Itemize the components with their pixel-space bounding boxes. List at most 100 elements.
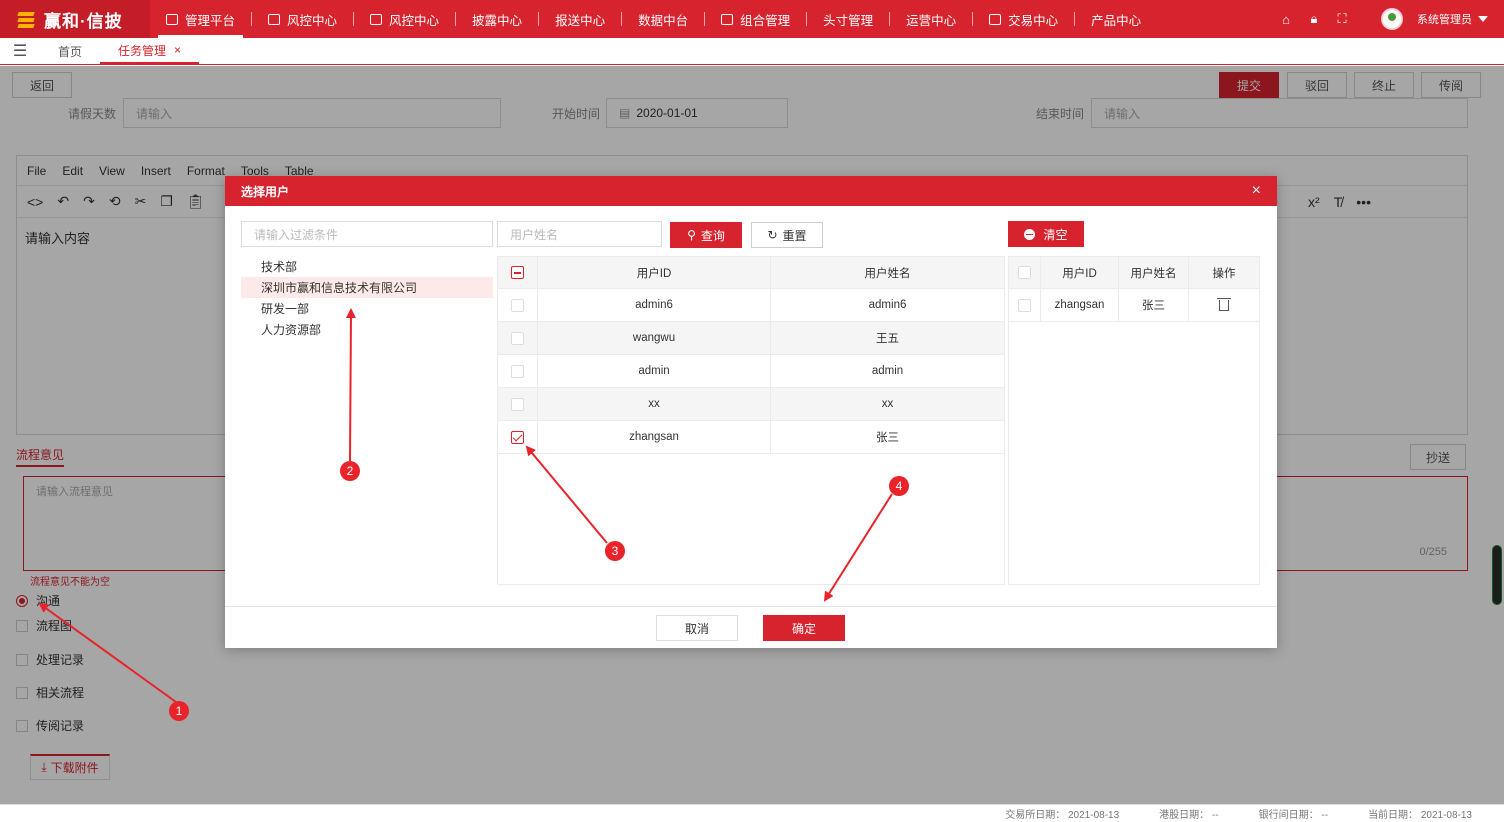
current-date: 当前日期： 2021-08-13	[1368, 810, 1472, 821]
close-icon[interactable]: ×	[1252, 183, 1261, 199]
cell-user-name: admin	[871, 365, 904, 377]
select-user-dialog: 选择用户 × 请输入过滤条件 用户姓名 ⚲ 查询 ↻ 重置 清空 技术部 深圳市赢和…	[225, 176, 1277, 648]
tab-home[interactable]: 首页	[40, 38, 100, 64]
table-row[interactable]: wangwu 王五	[498, 322, 1004, 355]
row-checkbox-cell	[498, 388, 538, 420]
cancel-button[interactable]: 取消	[656, 615, 738, 641]
tab-task-management[interactable]: 任务管理 ×	[100, 38, 200, 64]
row-checkbox-cell	[498, 421, 538, 453]
row-checkbox-cell	[1009, 289, 1041, 321]
dialog-footer: 取消 确定	[225, 606, 1277, 648]
avatar[interactable]	[1381, 8, 1403, 30]
select-all-cell	[498, 257, 538, 288]
department-filter-input[interactable]: 请输入过滤条件	[241, 221, 493, 247]
minus-circle-icon	[1024, 228, 1036, 240]
header-user-id: 用户ID	[538, 257, 771, 288]
selected-user-table: 用户ID 用户姓名 操作 zhangsan 张三	[1008, 256, 1260, 585]
monitor-icon	[166, 13, 178, 25]
tree-item-tech[interactable]: 技术部	[241, 256, 493, 277]
monitor-icon	[721, 13, 734, 25]
nav-right: ⌂ 🔒︎ ⛶ 系统管理员	[1279, 0, 1488, 38]
nav-item-operation[interactable]: 运营中心	[890, 0, 972, 38]
search-icon: ⚲	[687, 228, 696, 242]
lock-icon[interactable]: 🔒︎	[1307, 11, 1321, 26]
clear-button[interactable]: 清空	[1008, 221, 1084, 247]
header-user-name: 用户姓名	[864, 267, 911, 280]
home-icon[interactable]: ⌂	[1279, 12, 1293, 27]
search-button[interactable]: ⚲ 查询	[670, 222, 742, 248]
close-tab-icon[interactable]: ×	[174, 43, 181, 57]
confirm-button[interactable]: 确定	[763, 615, 845, 641]
cell-user-name: 张三	[1119, 289, 1189, 321]
row-checkbox[interactable]	[511, 397, 524, 411]
nav-item-trade[interactable]: 交易中心	[973, 0, 1074, 38]
cell-user-id: xx	[538, 388, 771, 420]
reset-button[interactable]: ↻ 重置	[751, 222, 823, 248]
nav-item-product[interactable]: 产品中心	[1075, 0, 1157, 38]
nav-item-position[interactable]: 头寸管理	[807, 0, 889, 38]
user-menu[interactable]: 系统管理员	[1417, 11, 1488, 27]
username-search-input[interactable]: 用户姓名	[497, 221, 662, 247]
cell-user-name: admin6	[868, 299, 907, 311]
tab-bar: ☰ 首页 任务管理 ×	[0, 38, 1504, 65]
trash-icon[interactable]	[1217, 297, 1231, 311]
table-row[interactable]: zhangsan 张三	[1009, 289, 1259, 322]
dialog-header: 选择用户 ×	[225, 176, 1277, 206]
selected-select-all-cell	[1009, 257, 1041, 288]
tree-item-rd1[interactable]: 研发一部	[241, 298, 493, 319]
annotation-badge-3: 3	[605, 541, 625, 561]
cell-user-name: 王五	[876, 333, 899, 345]
selected-table-header: 用户ID 用户姓名 操作	[1009, 257, 1259, 289]
logo-text: 赢和·信披	[44, 11, 123, 31]
department-tree: 技术部 深圳市赢和信息技术有限公司 研发一部 人力资源部	[241, 256, 493, 340]
tree-item-hr[interactable]: 人力资源部	[241, 319, 493, 340]
monitor-icon	[989, 13, 1002, 25]
nav-item-data[interactable]: 数据中台	[622, 0, 704, 38]
nav-item-report[interactable]: 报送中心	[539, 0, 621, 38]
table-row[interactable]: admin6 admin6	[498, 289, 1004, 322]
nav-item-disclosure[interactable]: 披露中心	[456, 0, 538, 38]
select-all-checkbox[interactable]	[511, 266, 524, 279]
menu-toggle-icon[interactable]: ☰	[0, 38, 40, 64]
row-checkbox-checked[interactable]	[511, 430, 524, 444]
cell-user-name: xx	[881, 398, 894, 410]
cell-user-name: 张三	[876, 432, 899, 444]
nav-item-platform[interactable]: 管理平台	[150, 0, 251, 38]
nav-item-portfolio[interactable]: 组合管理	[705, 0, 806, 38]
refresh-icon: ↻	[767, 228, 778, 242]
table-row[interactable]: xx xx	[498, 388, 1004, 421]
cell-user-id: admin6	[538, 289, 771, 321]
cell-user-id: zhangsan	[538, 421, 771, 453]
annotation-badge-1: 1	[169, 701, 189, 721]
exchange-date: 交易所日期： 2021-08-13	[1005, 810, 1120, 821]
chevron-down-icon	[1478, 16, 1488, 22]
row-checkbox[interactable]	[511, 298, 524, 312]
cell-user-id: zhangsan	[1041, 289, 1119, 321]
bank-date: 银行间日期： --	[1258, 810, 1329, 821]
hk-date: 港股日期： --	[1159, 810, 1219, 821]
tree-item-company[interactable]: 深圳市赢和信息技术有限公司	[241, 277, 493, 298]
logo-mark-icon	[17, 10, 35, 28]
annotation-badge-4: 4	[889, 476, 909, 496]
selected-select-all-checkbox[interactable]	[1018, 266, 1031, 279]
selected-header-actions: 操作	[1212, 267, 1236, 280]
row-checkbox[interactable]	[511, 364, 524, 378]
selected-header-user-name: 用户姓名	[1119, 257, 1189, 288]
row-checkbox[interactable]	[1018, 298, 1031, 312]
cell-user-id: admin	[538, 355, 771, 387]
fullscreen-icon[interactable]: ⛶	[1335, 11, 1349, 26]
row-checkbox[interactable]	[511, 331, 524, 345]
nav-item-risk-2[interactable]: 风控中心	[354, 0, 455, 38]
table-row[interactable]: admin admin	[498, 355, 1004, 388]
nav-item-risk-1[interactable]: 风控中心	[252, 0, 353, 38]
logo[interactable]: 赢和·信披	[0, 0, 150, 38]
user-table-header: 用户ID 用户姓名	[498, 257, 1004, 289]
dialog-title: 选择用户	[241, 184, 290, 199]
table-row[interactable]: zhangsan 张三	[498, 421, 1004, 454]
top-nav: 赢和·信披 管理平台 风控中心 风控中心 披露中心 报送中心 数据中台 组合管理…	[0, 0, 1504, 38]
monitor-icon	[268, 13, 281, 25]
nav-items: 管理平台 风控中心 风控中心 披露中心 报送中心 数据中台 组合管理 头寸管理 …	[150, 0, 1157, 38]
cell-actions	[1189, 289, 1259, 321]
selected-header-user-id: 用户ID	[1041, 257, 1119, 288]
status-footer: 交易所日期： 2021-08-13 港股日期： -- 银行间日期： -- 当前日…	[0, 804, 1504, 822]
